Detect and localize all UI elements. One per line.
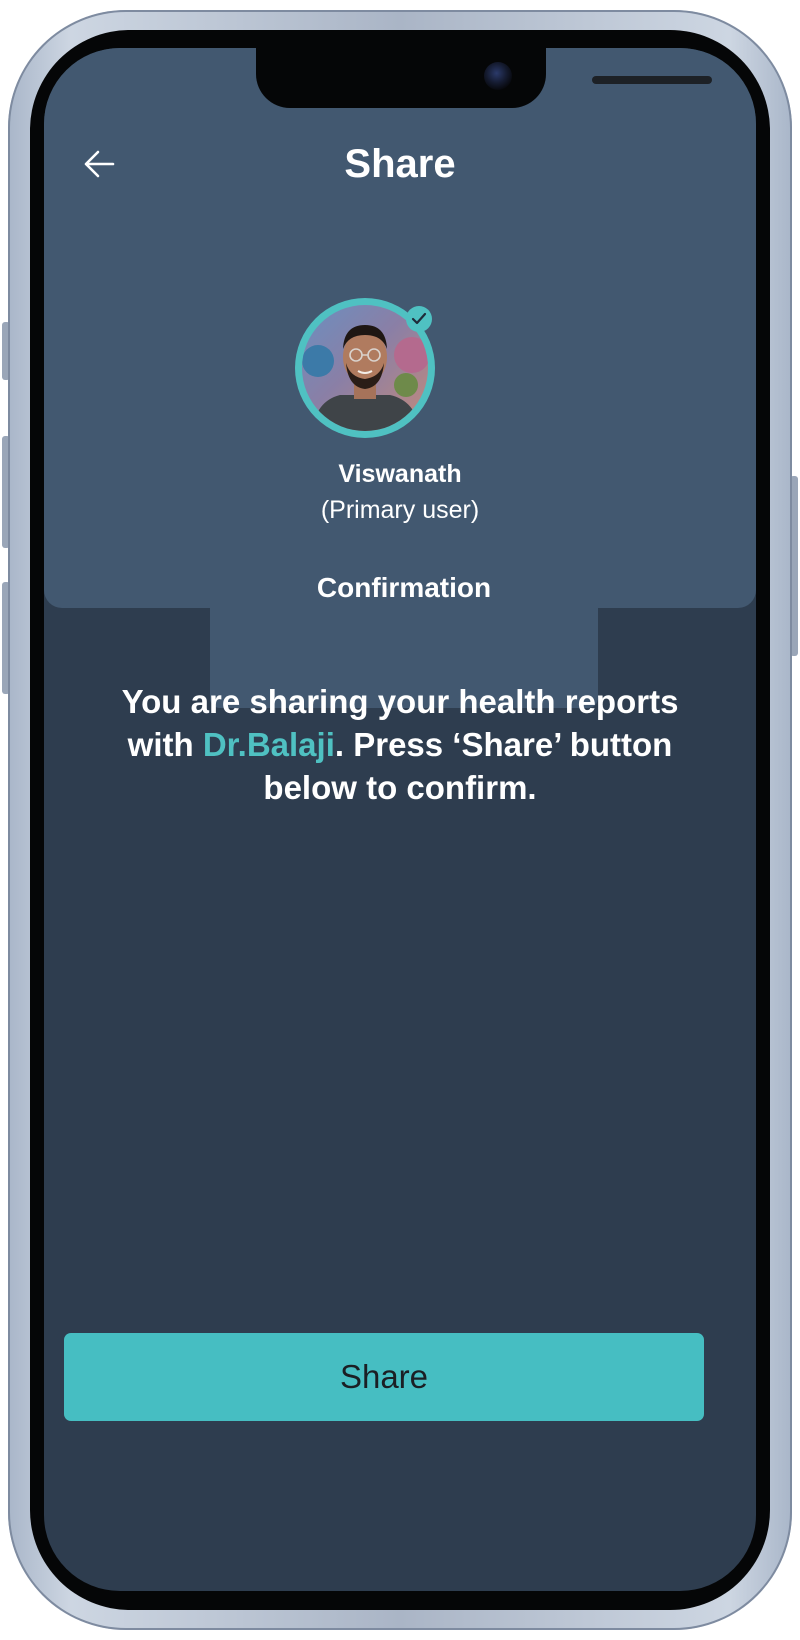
front-camera [484,62,512,90]
user-name: Viswanath [338,460,462,488]
share-button[interactable]: Share [64,1333,704,1421]
app-screen: Share Viswanath (Primary user) Confirmat… [44,48,756,1591]
doctor-name: Dr.Balaji [202,726,335,763]
check-badge-icon [406,306,432,332]
notch [256,48,712,108]
page-title: Share [344,142,456,186]
confirmation-tab-label: Confirmation [316,572,492,603]
device-stage: Share Viswanath (Primary user) Confirmat… [0,0,800,1640]
earpiece-speaker [592,76,712,84]
user-role: (Primary user) [320,496,480,524]
confirmation-message: You are sharing your health reports with… [114,680,686,809]
